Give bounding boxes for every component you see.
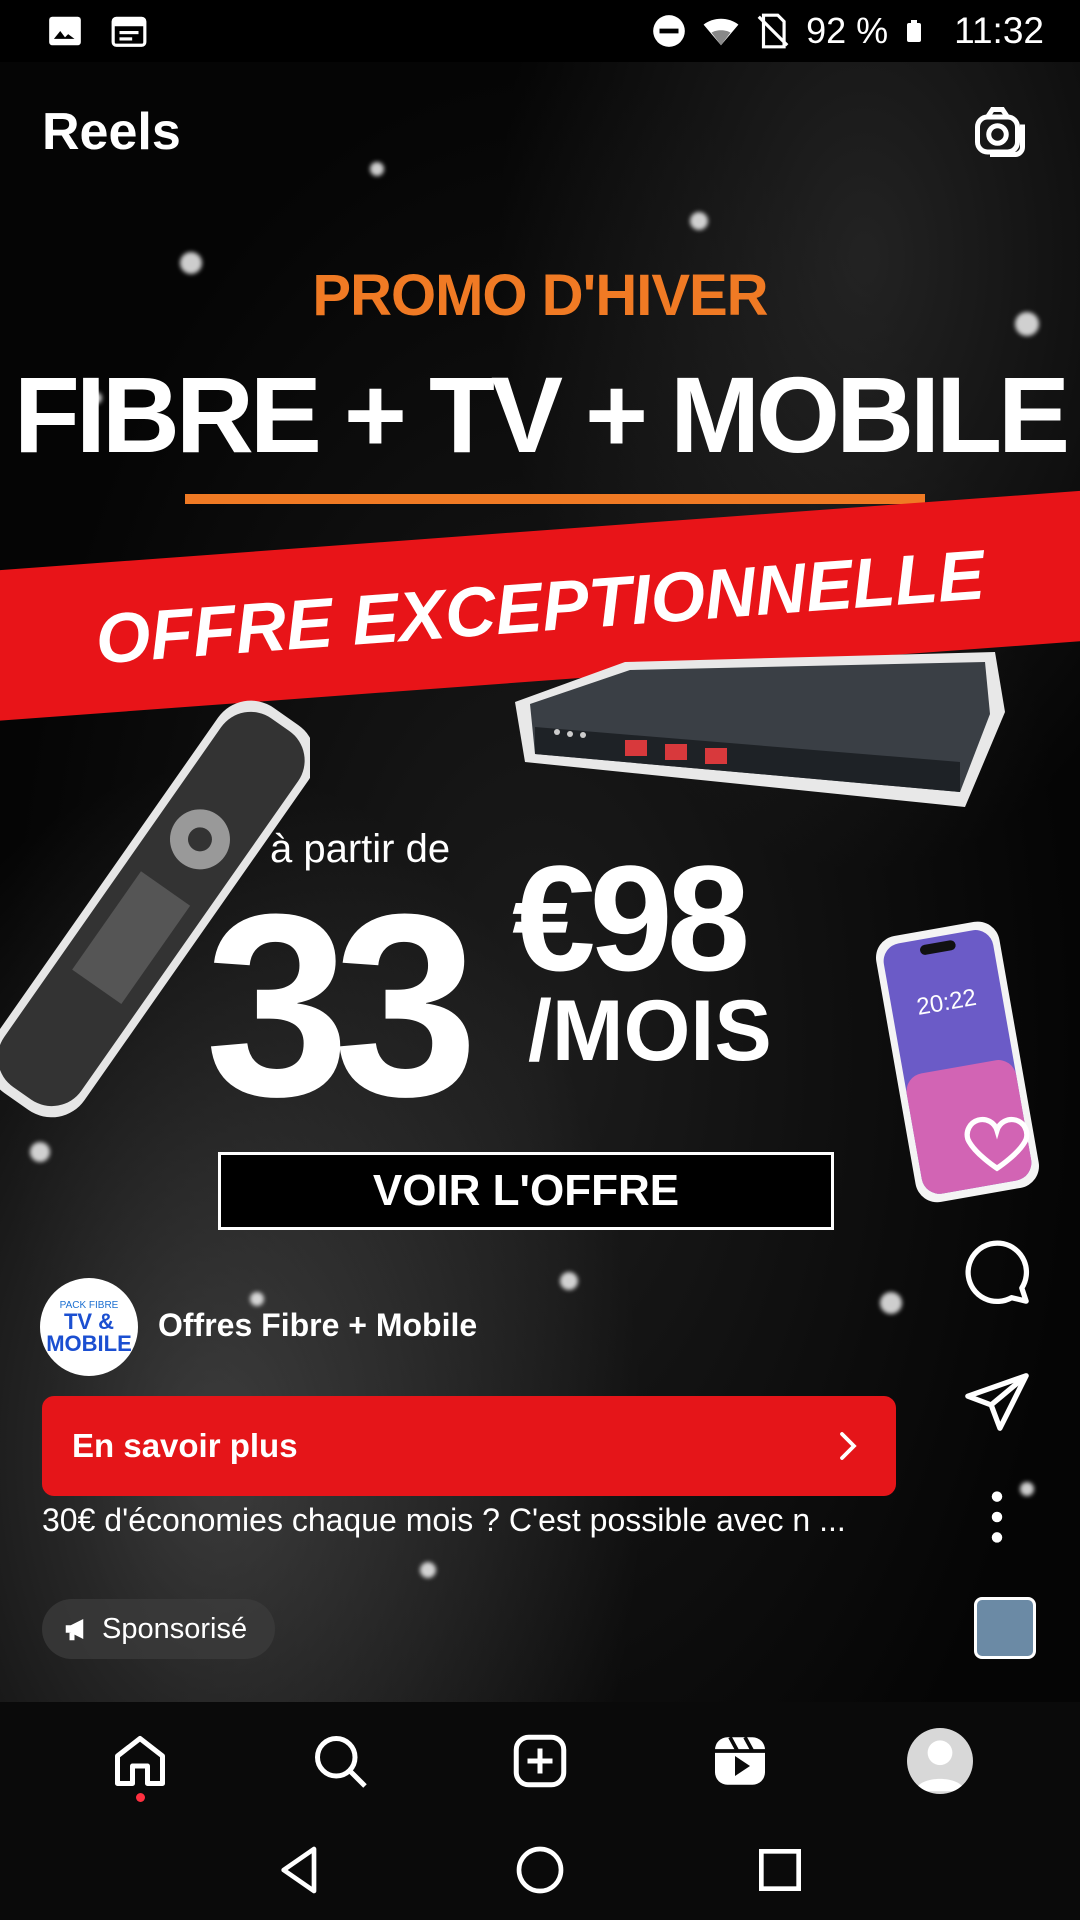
nav-search[interactable] xyxy=(305,1726,375,1796)
nav-home[interactable] xyxy=(105,1726,175,1802)
ad-headline: FIBRE + TV + MOBILE xyxy=(13,354,1070,475)
orange-divider xyxy=(185,494,925,504)
clock: 11:32 xyxy=(954,10,1044,51)
account-avatar[interactable]: PACK FIBRE TV & MOBILE xyxy=(40,1278,138,1376)
do-not-disturb-icon xyxy=(653,15,685,47)
nav-profile[interactable] xyxy=(905,1726,975,1796)
promo-line: PROMO D'HIVER xyxy=(312,263,768,328)
back-icon[interactable] xyxy=(272,1842,328,1898)
caption[interactable]: 30€ d'économies chaque mois ? C'est poss… xyxy=(42,1502,942,1539)
snowflake xyxy=(30,1142,50,1162)
status-bar: 92 % 11:32 xyxy=(0,0,1080,62)
reel-video[interactable]: Reels PROMO D'HIVER FIBRE + TV + MOBILE … xyxy=(0,62,1080,1702)
wifi-icon xyxy=(703,18,739,46)
nav-create[interactable] xyxy=(505,1726,575,1796)
search-icon xyxy=(315,1736,367,1788)
snowflake xyxy=(370,162,384,176)
system-nav xyxy=(0,1820,1080,1920)
reels-icon xyxy=(715,1736,765,1785)
snowflake xyxy=(690,212,708,230)
avatar-text: TV & xyxy=(63,1308,115,1334)
battery-percent: 92 % xyxy=(806,10,889,51)
share-icon[interactable] xyxy=(962,1367,1032,1437)
bottom-nav xyxy=(0,1702,1080,1820)
chevron-right-icon xyxy=(840,1432,857,1460)
more-icon[interactable] xyxy=(962,1482,1032,1552)
snowflake xyxy=(880,1292,902,1314)
internet-box-image xyxy=(515,652,1005,807)
heart-icon[interactable] xyxy=(962,1107,1032,1177)
avatar-text: MOBILE xyxy=(46,1330,132,1356)
sponsored-badge: Sponsorisé xyxy=(42,1599,276,1659)
per-month: /MOIS xyxy=(528,983,772,1079)
account-name[interactable]: Offres Fibre + Mobile xyxy=(158,1307,477,1344)
home-icon xyxy=(115,1736,165,1786)
page-title: Reels xyxy=(42,103,181,161)
see-offer-box: VOIR L'OFFRE xyxy=(218,1152,834,1230)
camera-icon[interactable] xyxy=(970,102,1030,162)
home-circle-icon[interactable] xyxy=(512,1842,568,1898)
snowflake xyxy=(420,1562,436,1578)
comment-icon[interactable] xyxy=(962,1237,1032,1307)
learn-more-label: En savoir plus xyxy=(72,1427,298,1464)
user-icon xyxy=(915,1740,965,1792)
gallery-icon xyxy=(49,16,81,46)
sponsored-label: Sponsorisé xyxy=(102,1612,248,1645)
audio-thumbnail[interactable] xyxy=(974,1597,1036,1659)
recents-icon[interactable] xyxy=(752,1842,808,1898)
snowflake xyxy=(560,1272,578,1290)
battery-icon xyxy=(907,20,922,42)
profile-avatar xyxy=(907,1728,973,1794)
create-icon xyxy=(513,1734,567,1788)
price-cents: €98 xyxy=(512,834,750,1002)
notification-dot xyxy=(136,1793,145,1802)
nav-reels[interactable] xyxy=(705,1726,775,1796)
no-sim-icon xyxy=(757,13,789,49)
megaphone-icon xyxy=(65,1619,84,1641)
calendar-icon xyxy=(111,16,147,47)
snowflake xyxy=(250,1292,264,1306)
learn-more-button[interactable]: En savoir plus xyxy=(42,1396,896,1496)
price-main: 33 xyxy=(205,861,478,1151)
